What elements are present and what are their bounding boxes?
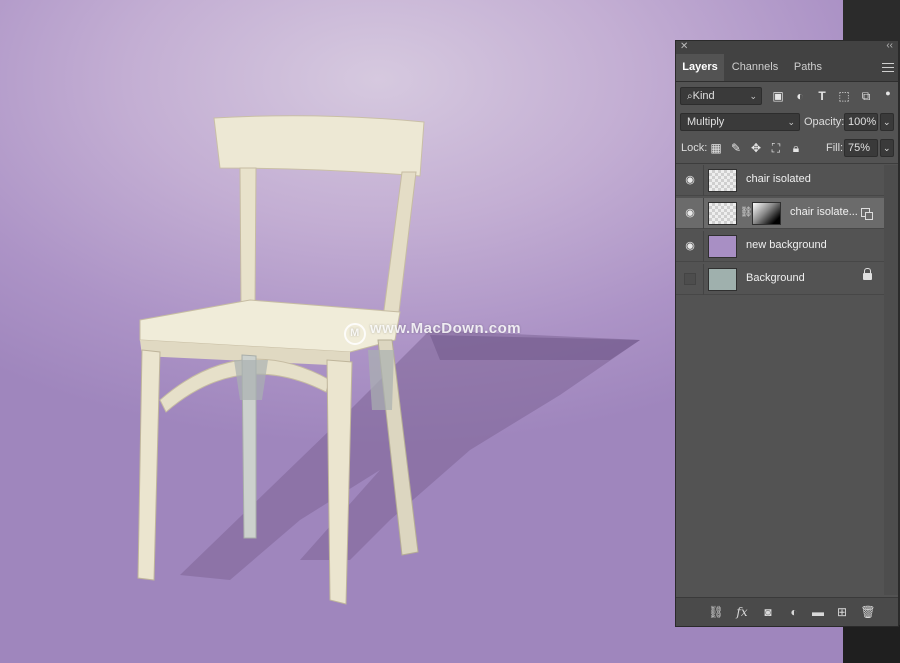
fill-dropdown[interactable]: ⌄ [880, 139, 894, 157]
pixel-filter-icon[interactable]: ▣ [770, 88, 786, 104]
blend-mode-select[interactable]: Multiply ⌄ [680, 113, 800, 131]
opacity-label: Opacity: [804, 116, 845, 128]
adjustment-layer-icon[interactable]: ◐ [786, 604, 802, 620]
layers-panel: ✕ ‹‹ Layers Channels Paths ⌕Kind ⌄ ▣ ◐ T … [675, 40, 899, 627]
lock-artboard-icon[interactable]: ⛶ [768, 140, 784, 156]
filter-toggle-icon[interactable]: ● [880, 85, 896, 101]
eye-icon[interactable]: ◉ [684, 207, 696, 219]
link-layers-icon[interactable]: ⛓ [708, 604, 724, 620]
type-filter-icon[interactable]: T [814, 88, 830, 104]
link-icon[interactable]: ⛓ [740, 207, 753, 218]
watermark: Mwww.MacDown.com [344, 320, 521, 345]
layer-name[interactable]: chair isolate... [790, 206, 858, 218]
watermark-logo: M [344, 323, 366, 345]
trash-icon[interactable]: 🗑︎ [860, 604, 876, 620]
tab-channels[interactable]: Channels [726, 54, 784, 81]
layer-thumbnail[interactable] [708, 169, 737, 192]
lock-label: Lock: [681, 142, 708, 154]
collapse-icon[interactable]: ‹‹ [886, 40, 893, 51]
layer-background[interactable]: Background [676, 264, 884, 295]
layer-name[interactable]: new background [746, 239, 827, 251]
panel-tabs: Layers Channels Paths [676, 54, 898, 82]
chevron-down-icon: ⌄ [883, 143, 891, 153]
tab-layers[interactable]: Layers [676, 54, 724, 81]
lock-icon [863, 268, 872, 280]
smart-object-icon [861, 208, 873, 220]
shape-filter-icon[interactable]: ⬚ [836, 88, 852, 104]
layer-thumbnail[interactable] [708, 235, 737, 258]
eye-icon[interactable]: ◉ [684, 174, 696, 186]
divider [703, 264, 704, 295]
lock-transparency-icon[interactable]: ▦ [708, 140, 724, 156]
chevron-down-icon: ⌄ [749, 91, 757, 101]
layer-name[interactable]: Background [746, 272, 805, 284]
lock-position-icon[interactable]: ✥ [748, 140, 764, 156]
watermark-text: www.MacDown.com [370, 320, 522, 337]
layer-thumbnail[interactable] [708, 268, 737, 291]
visibility-toggle[interactable] [684, 273, 696, 285]
panel-title-bar[interactable]: ✕ ‹‹ [676, 40, 898, 54]
panel-footer: ⛓ fx ◙ ◐ ▬ ⊞ 🗑︎ [676, 597, 898, 626]
adjustment-filter-icon[interactable]: ◐ [792, 88, 808, 104]
lock-pixels-icon[interactable]: ✎ [728, 140, 744, 156]
layer-new-background[interactable]: ◉ new background [676, 231, 884, 262]
tab-paths[interactable]: Paths [786, 54, 830, 81]
filter-kind-value: Kind [692, 90, 715, 102]
workspace-edge-lower [843, 625, 900, 663]
layer-chair-isolated[interactable]: ◉ chair isolated [676, 165, 884, 196]
layer-chair-isolated-masked[interactable]: ◉ ⛓ chair isolate... [676, 198, 884, 229]
blend-row: Multiply ⌄ Opacity: 100% ⌄ [676, 113, 900, 133]
divider [703, 231, 704, 262]
opacity-dropdown[interactable]: ⌄ [880, 113, 894, 131]
blend-mode-value: Multiply [687, 116, 725, 128]
layers-scrollbar[interactable] [884, 165, 898, 595]
fill-field[interactable]: 75% [844, 139, 878, 157]
smart-object-filter-icon[interactable]: ⧉ [858, 88, 874, 104]
new-layer-icon[interactable]: ⊞ [834, 604, 850, 620]
add-mask-icon[interactable]: ◙ [760, 604, 776, 620]
lock-all-icon[interactable]: 🔒︎ [788, 140, 804, 156]
folder-icon[interactable]: ▬ [810, 604, 826, 620]
opacity-field[interactable]: 100% [844, 113, 878, 131]
layer-thumbnail[interactable] [708, 202, 737, 225]
filter-kind-select[interactable]: ⌕Kind ⌄ [680, 87, 762, 105]
divider [703, 165, 704, 196]
eye-icon[interactable]: ◉ [684, 240, 696, 252]
chevron-down-icon: ⌄ [787, 117, 795, 127]
divider [703, 198, 704, 229]
panel-menu-icon[interactable] [882, 60, 894, 75]
lock-row: Lock: ▦ ✎ ✥ ⛶ 🔒︎ Fill: 75% ⌄ [676, 139, 900, 159]
divider [676, 163, 898, 164]
close-icon[interactable]: ✕ [680, 41, 688, 52]
filter-row: ⌕Kind ⌄ ▣ ◐ T ⬚ ⧉ ● [676, 87, 900, 107]
layer-name[interactable]: chair isolated [746, 173, 811, 185]
chevron-down-icon: ⌄ [883, 117, 891, 127]
layer-mask-thumbnail[interactable] [752, 202, 781, 225]
fill-label: Fill: [826, 142, 844, 154]
fx-icon[interactable]: fx [734, 604, 750, 620]
